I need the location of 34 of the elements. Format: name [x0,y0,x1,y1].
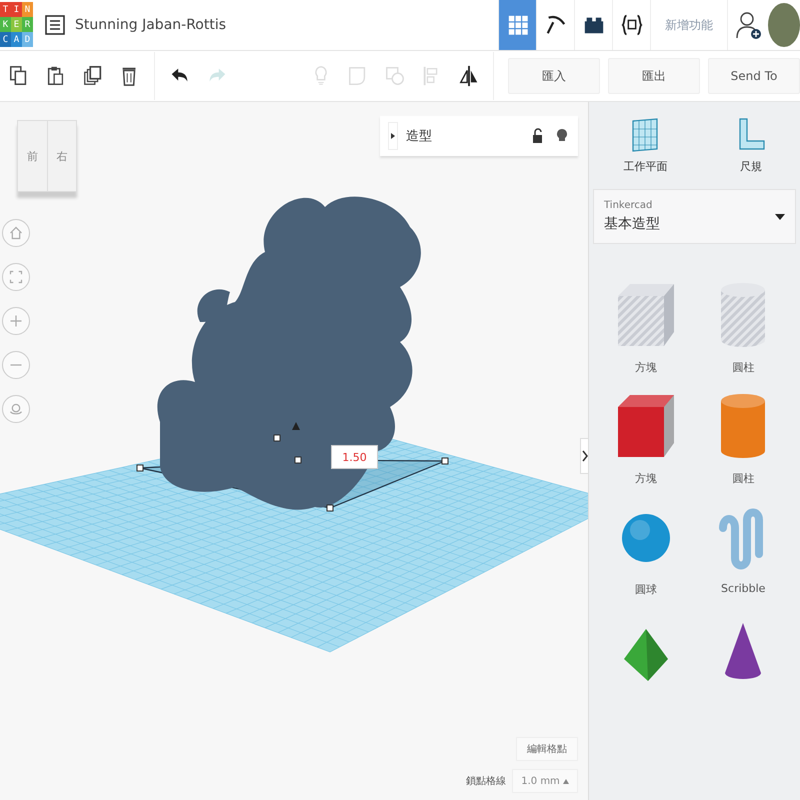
add-user-icon[interactable] [736,10,762,40]
import-button[interactable]: 匯入 [508,58,600,94]
grid-icon[interactable] [506,14,528,36]
snap-grid-select[interactable]: 1.0 mm [512,769,578,793]
caret-icon[interactable] [775,212,785,220]
workplane-icon[interactable] [630,117,660,153]
shape-library-select[interactable]: Tinkercad 基本造型 [593,189,796,244]
list-icon[interactable] [45,15,65,35]
codeblocks-icon[interactable] [620,14,642,36]
chevron-icon[interactable] [582,450,588,462]
resize-handle[interactable] [442,458,448,464]
collapse-panel-button[interactable] [580,438,588,474]
avatar[interactable] [768,3,800,47]
workplane-tool[interactable]: 工作平面 [617,116,674,175]
caret-icon[interactable] [391,133,395,139]
height-arrow-icon[interactable] [292,422,300,430]
resize-handle[interactable] [326,504,334,512]
expand-button[interactable] [388,122,398,150]
send-to-button[interactable]: Send To [708,58,800,94]
ruler-tool[interactable]: 尺規 [730,116,772,175]
document-title[interactable]: Stunning Jaban-Rottis [75,17,226,33]
resize-handle[interactable] [136,464,144,472]
edit-grid-button[interactable]: 編輯格點 [516,737,578,761]
resize-handle[interactable] [274,434,280,442]
export-button[interactable]: 匯出 [608,58,700,94]
pickaxe-icon[interactable] [544,14,566,36]
dimension-label[interactable]: 1.50 [331,445,378,469]
duplicate-icon[interactable] [82,65,104,87]
mirror-icon[interactable] [458,65,480,87]
bulb-icon[interactable] [554,128,570,144]
snap-grid-label: 鎖點格線 [466,774,506,788]
resize-handle[interactable] [294,456,302,464]
inspector-title: 造型 [406,128,433,145]
logo[interactable]: T I N K E R C A D [0,2,33,47]
